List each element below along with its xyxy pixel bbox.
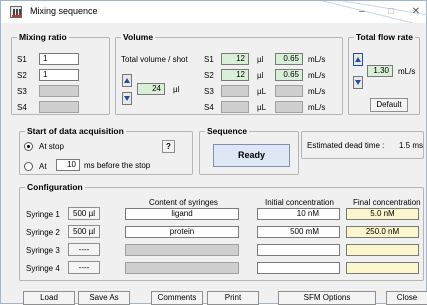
volume-up-button[interactable] <box>122 74 132 87</box>
syringe-3-initial-input[interactable] <box>257 244 340 256</box>
arrow-up-icon <box>124 78 130 83</box>
flow-up-button[interactable] <box>353 53 363 66</box>
syringe-2-final-field: 250.0 nM <box>346 226 419 238</box>
vol-s1-label: S1 <box>204 55 214 64</box>
initial-concentration-header: Initial concentration <box>265 198 334 207</box>
ratio-s3-label: S3 <box>17 87 27 96</box>
ratio-s3-input <box>39 85 79 97</box>
load-button[interactable]: Load <box>23 291 75 305</box>
rate-s1-input[interactable]: 0.65 <box>275 53 303 65</box>
syringe-2-size-button[interactable]: 500 µl <box>68 225 100 238</box>
data-acquisition-legend: Start of data acquisition <box>25 126 126 136</box>
close-window-button[interactable]: ✕ <box>409 5 423 19</box>
total-volume-label: Total volume / shot <box>121 55 188 64</box>
at-time-radio[interactable] <box>24 162 33 171</box>
comments-button[interactable]: Comments <box>151 291 203 305</box>
syringe-2-initial-input[interactable]: 500 mM <box>257 226 340 238</box>
configuration-legend: Configuration <box>25 182 85 192</box>
syringe-4-initial-input[interactable] <box>257 262 340 274</box>
syringe-1-final-field: 5.0 nM <box>346 208 419 220</box>
syringe-1-initial-input[interactable]: 10 nM <box>257 208 340 220</box>
ratio-s4-label: S4 <box>17 103 27 112</box>
ready-button[interactable]: Ready <box>213 144 290 167</box>
total-volume-unit: µl <box>173 85 180 94</box>
ratio-s2-label: S2 <box>17 71 27 80</box>
vol-s4-input <box>221 101 249 113</box>
dead-time-value: 1.5 ms <box>399 141 424 150</box>
syringe-3-size-button[interactable]: ---- <box>68 243 100 256</box>
window-title: Mixing sequence <box>30 6 98 16</box>
at-label: At <box>39 162 47 171</box>
vol-s3-label: S3 <box>204 87 214 96</box>
rate-s3-unit: mL/s <box>308 87 326 96</box>
syringe-2-label: Syringe 2 <box>26 228 60 237</box>
vol-s2-input[interactable]: 12 <box>221 69 249 81</box>
syringe-1-label: Syringe 1 <box>26 210 60 219</box>
syringe-4-final-field <box>346 262 419 274</box>
final-concentration-header: Final concentration <box>353 198 421 207</box>
syringe-1-content-input[interactable]: ligand <box>125 208 239 220</box>
app-icon <box>10 6 22 18</box>
syringe-4-size-button[interactable]: ---- <box>68 261 100 274</box>
sequence-legend: Sequence <box>205 126 250 136</box>
arrow-down-icon <box>124 96 130 101</box>
ratio-s2-input[interactable]: 1 <box>39 69 79 81</box>
mixing-ratio-legend: Mixing ratio <box>17 32 69 42</box>
default-button[interactable]: Default <box>370 98 408 112</box>
syringe-4-label: Syringe 4 <box>26 264 60 273</box>
syringe-3-content-input <box>125 244 239 256</box>
ratio-s1-label: S1 <box>17 55 27 64</box>
close-button[interactable]: Close <box>386 291 427 305</box>
total-volume-input[interactable]: 24 <box>137 83 165 95</box>
selected-dot <box>27 145 30 148</box>
total-flow-rate-unit: mL/s <box>398 67 416 76</box>
vol-s2-label: S2 <box>204 71 214 80</box>
help-button[interactable]: ? <box>162 140 175 153</box>
before-stop-ms-input[interactable]: 10 <box>56 159 80 171</box>
save-as-button[interactable]: Save As <box>78 291 130 305</box>
before-stop-suffix: ms before the stop <box>84 161 151 170</box>
flow-down-button[interactable] <box>353 76 363 89</box>
vol-s3-input <box>221 85 249 97</box>
ratio-s4-input <box>39 101 79 113</box>
rate-s3-input <box>275 85 303 97</box>
rate-s2-input[interactable]: 0.65 <box>275 69 303 81</box>
sfm-options-button[interactable]: SFM Options <box>278 291 376 305</box>
volume-down-button[interactable] <box>122 92 132 105</box>
vol-s2-unit: µl <box>257 71 264 80</box>
vol-s3-unit: µL <box>257 87 267 96</box>
dead-time-label: Estimated dead time : <box>307 141 385 150</box>
vol-s4-label: S4 <box>204 103 214 112</box>
ratio-s1-input[interactable]: 1 <box>39 53 79 65</box>
help-icon: ? <box>166 142 171 151</box>
decorative-lines <box>322 1 427 23</box>
volume-legend: Volume <box>121 32 156 42</box>
arrow-up-icon <box>355 57 361 62</box>
arrow-down-icon <box>355 80 361 85</box>
syringe-3-label: Syringe 3 <box>26 246 60 255</box>
rate-s1-unit: mL/s <box>308 55 326 64</box>
print-button[interactable]: Print <box>207 291 259 305</box>
mixing-sequence-window: Mixing sequence – □ ✕ Mixing ratio S1 1 … <box>0 0 427 305</box>
rate-s4-input <box>275 101 303 113</box>
vol-s4-unit: µL <box>257 103 267 112</box>
total-flow-rate-input[interactable]: 1.30 <box>367 65 393 77</box>
rate-s2-unit: mL/s <box>308 71 326 80</box>
syringe-2-content-input[interactable]: protein <box>125 226 239 238</box>
at-stop-radio[interactable] <box>24 142 33 151</box>
syringe-1-size-button[interactable]: 500 µl <box>68 207 100 220</box>
total-flow-rate-legend: Total flow rate <box>354 32 415 42</box>
rate-s4-unit: mL/s <box>308 103 326 112</box>
title-bar: Mixing sequence – □ ✕ <box>1 1 427 23</box>
syringe-4-content-input <box>125 262 239 274</box>
vol-s1-input[interactable]: 12 <box>221 53 249 65</box>
maximize-button[interactable]: □ <box>384 5 398 19</box>
content-header: Content of syringes <box>149 198 218 207</box>
syringe-3-final-field <box>346 244 419 256</box>
at-stop-label: At stop <box>39 142 64 151</box>
minimize-button[interactable]: – <box>355 5 369 19</box>
vol-s1-unit: µl <box>257 55 264 64</box>
